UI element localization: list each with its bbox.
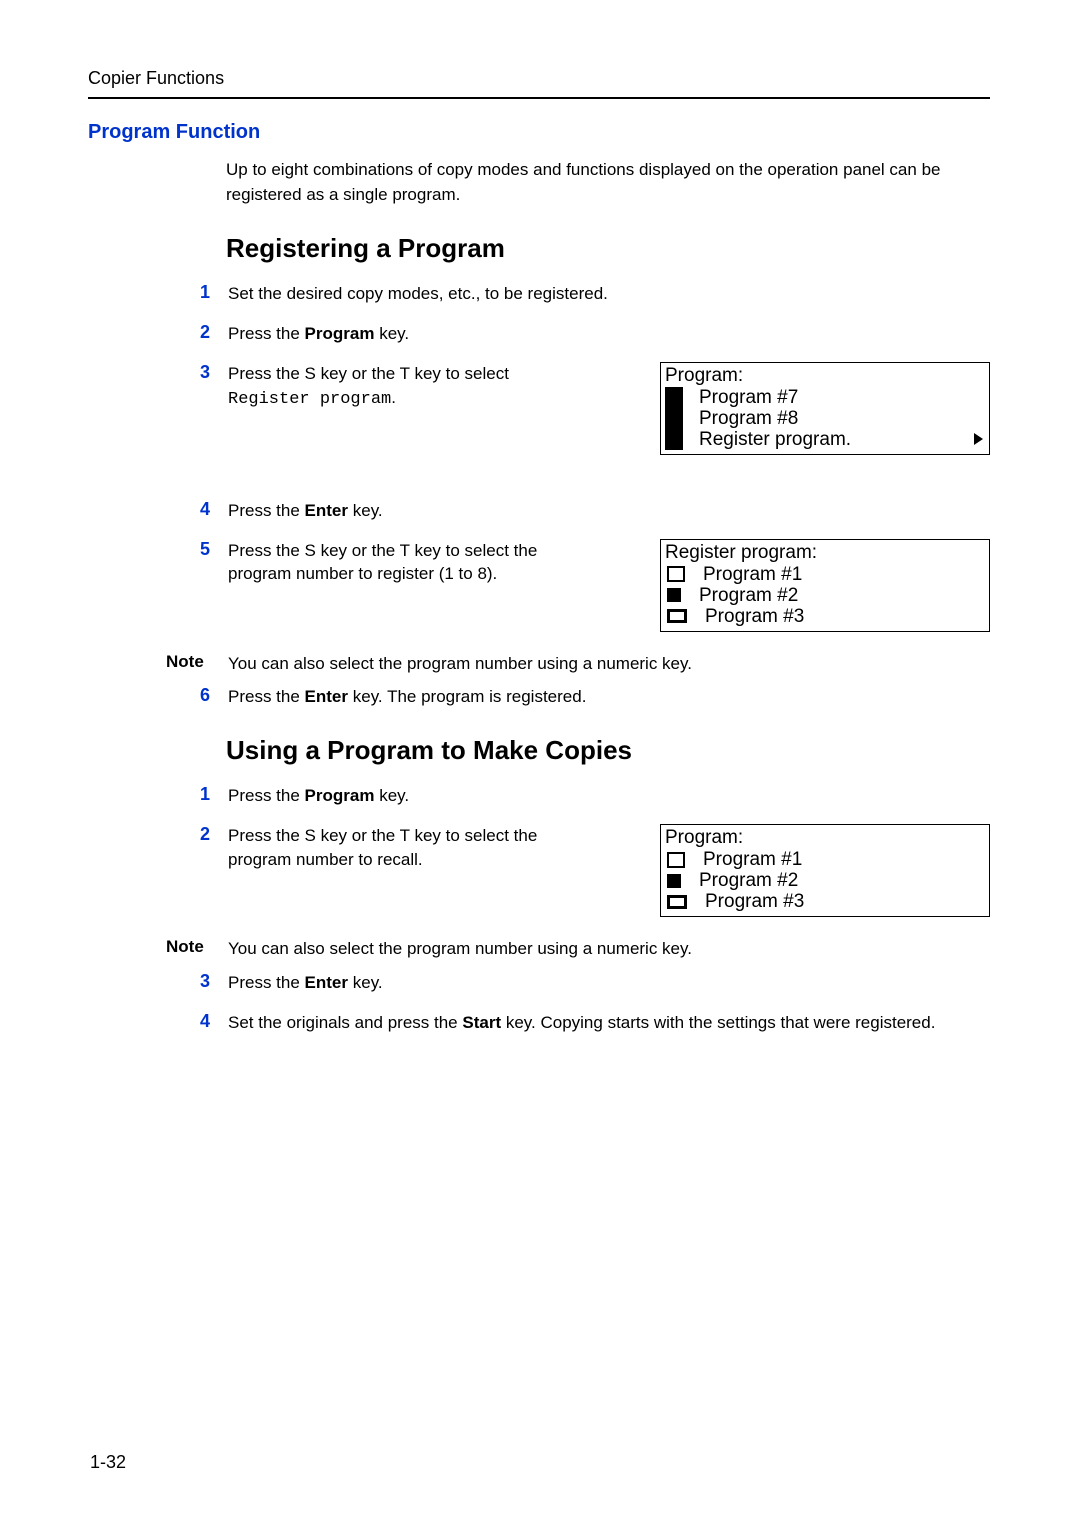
step-text-part: Press the: [228, 324, 305, 343]
step-number: 6: [192, 685, 210, 706]
key-name: Enter: [305, 973, 348, 992]
step-number: 2: [192, 322, 210, 343]
header-rule: [88, 97, 990, 99]
running-head: Copier Functions: [88, 68, 990, 97]
step-text-part: key. The program is registered.: [348, 687, 586, 706]
lcd-row: Register program.: [699, 429, 983, 450]
intro-paragraph: Up to eight combinations of copy modes a…: [226, 158, 990, 207]
lcd-row: Program #2: [665, 585, 983, 606]
step-text: Press the Enter key.: [228, 971, 990, 995]
lcd-row: Program #2: [665, 870, 983, 891]
lcd-item: Program #2: [699, 871, 983, 890]
step-row: 1 Press the Program key.: [192, 784, 990, 808]
step-text: Press the S key or the T key to select t…: [228, 539, 588, 587]
step-text: Press the Enter key. The program is regi…: [228, 685, 990, 709]
step-text-part: Set the originals and press the: [228, 1013, 462, 1032]
lcd-item: Program #3: [705, 892, 983, 911]
step-text-part: Press the: [228, 687, 305, 706]
heading-register: Registering a Program: [226, 233, 990, 264]
lcd-item: Program #1: [703, 850, 983, 869]
lcd-title: Register program:: [665, 543, 983, 562]
step-row: 5 Press the S key or the T key to select…: [192, 539, 990, 632]
lcd-scrollbar: [665, 387, 683, 450]
marker-solid-icon: [667, 609, 687, 623]
note-row: Note You can also select the program num…: [166, 937, 990, 961]
lcd-row: Program #7: [699, 387, 983, 408]
lcd-item: Program #7: [699, 388, 983, 407]
step-row: 3 Press the Enter key.: [192, 971, 990, 995]
marker-solid-icon: [667, 874, 681, 888]
step-number: 3: [192, 362, 210, 383]
step-text-part: Press the: [228, 786, 305, 805]
lcd-row: Program #3: [665, 891, 983, 912]
step-text-part: key.: [374, 324, 409, 343]
triangle-right-icon: [974, 433, 983, 445]
step-text-part: .: [391, 388, 396, 407]
lcd-row: Program #1: [665, 564, 983, 585]
step-number: 2: [192, 824, 210, 845]
note-row: Note You can also select the program num…: [166, 652, 990, 676]
lcd-item: Program #8: [699, 409, 983, 428]
step-text: Set the desired copy modes, etc., to be …: [228, 282, 990, 306]
step-text-part: Press the: [228, 501, 305, 520]
step-number: 1: [192, 282, 210, 303]
key-name: Enter: [305, 501, 348, 520]
step-number: 4: [192, 1011, 210, 1032]
marker-open-icon: [667, 852, 685, 868]
lcd-panel: Register program: Program #1 Program #2 …: [660, 539, 990, 632]
step-text-part: key.: [348, 501, 383, 520]
step-number: 5: [192, 539, 210, 560]
lcd-row: Program #8: [699, 408, 983, 429]
step-text: Press the Program key.: [228, 322, 990, 346]
lcd-title: Program:: [665, 828, 983, 847]
step-row: 1 Set the desired copy modes, etc., to b…: [192, 282, 990, 306]
step-number: 1: [192, 784, 210, 805]
step-number: 4: [192, 499, 210, 520]
step-text-part: Press the: [228, 973, 305, 992]
step-text: Press the Program key.: [228, 784, 990, 808]
step-row: 4 Press the Enter key.: [192, 499, 990, 523]
lcd-panel: Program: Program #7 Program #8 Register …: [660, 362, 990, 455]
lcd-title: Program:: [665, 366, 983, 385]
key-name: Start: [462, 1013, 501, 1032]
note-label: Note: [166, 652, 210, 672]
key-name: Program: [305, 324, 375, 343]
marker-solid-icon: [667, 895, 687, 909]
key-name: Enter: [305, 687, 348, 706]
lcd-row: Program #3: [665, 606, 983, 627]
step-text-part: key.: [374, 786, 409, 805]
heading-use: Using a Program to Make Copies: [226, 735, 990, 766]
note-text: You can also select the program number u…: [228, 652, 990, 676]
step-number: 3: [192, 971, 210, 992]
step-row: 3 Press the S key or the T key to select…: [192, 362, 990, 455]
step-text-part: Press the S key or the T key to select: [228, 364, 509, 383]
lcd-item: Program #3: [705, 607, 983, 626]
step-text-part: key. Copying starts with the settings th…: [501, 1013, 935, 1032]
lcd-row: Program #1: [665, 849, 983, 870]
lcd-panel: Program: Program #1 Program #2 Program #…: [660, 824, 990, 917]
step-text: Set the originals and press the Start ke…: [228, 1011, 990, 1035]
marker-open-icon: [667, 566, 685, 582]
step-row: 6 Press the Enter key. The program is re…: [192, 685, 990, 709]
step-row: 2 Press the Program key.: [192, 322, 990, 346]
step-text-part: key.: [348, 973, 383, 992]
section-title: Program Function: [88, 121, 990, 144]
step-text: Press the S key or the T key to select R…: [228, 362, 588, 412]
key-name: Program: [305, 786, 375, 805]
page-number: 1-32: [90, 1452, 126, 1473]
marker-solid-icon: [667, 588, 681, 602]
step-row: 2 Press the S key or the T key to select…: [192, 824, 990, 917]
lcd-item: Program #1: [703, 565, 983, 584]
lcd-item: Register program.: [699, 430, 968, 449]
step-row: 4 Set the originals and press the Start …: [192, 1011, 990, 1035]
note-label: Note: [166, 937, 210, 957]
note-text: You can also select the program number u…: [228, 937, 990, 961]
lcd-item: Program #2: [699, 586, 983, 605]
monospace-text: Register program: [228, 390, 391, 409]
step-text: Press the S key or the T key to select t…: [228, 824, 588, 872]
step-text: Press the Enter key.: [228, 499, 990, 523]
